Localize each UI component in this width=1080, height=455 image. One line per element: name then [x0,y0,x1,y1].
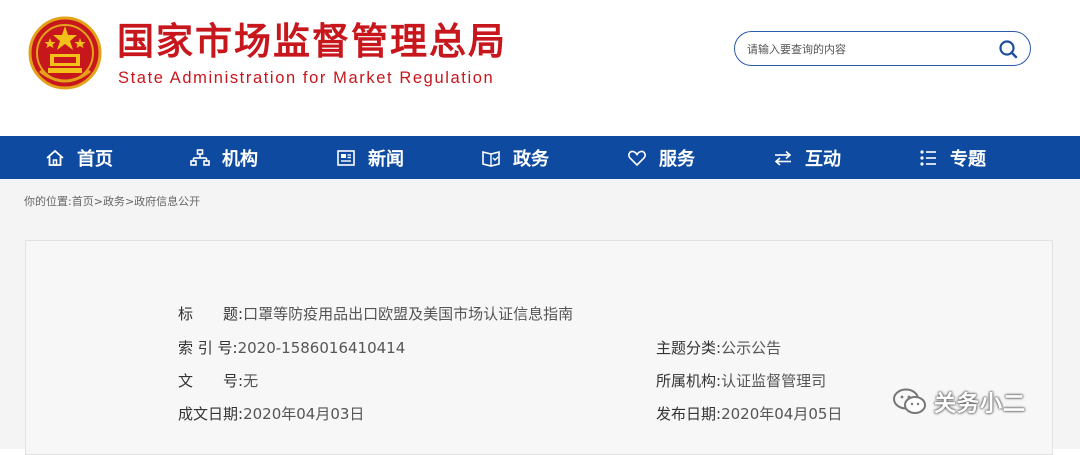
site-title-cn[interactable]: 国家市场监督管理总局 [117,20,507,64]
doc-number-row: 文 号:无 [178,371,258,391]
watermark-text: 关务小二 [934,392,1027,417]
newspaper-icon [337,149,355,166]
nav-label-interact: 互动 [805,148,841,170]
breadcrumb-separator: > [124,195,135,208]
nav-label-news: 新闻 [368,148,404,170]
doc-index-label: 索 引 号: [178,339,238,357]
nav-item-home[interactable]: 首页 [45,136,113,179]
doc-date-created-row: 成文日期:2020年04月03日 [178,404,364,424]
doc-title-value: 口罩等防疫用品出口欧盟及美国市场认证信息指南 [243,305,574,323]
home-icon [46,149,64,166]
breadcrumb-item-gov[interactable]: 政务 [103,195,125,208]
doc-category-label: 主题分类: [656,339,722,357]
nav-label-org: 机构 [222,148,258,170]
breadcrumb-item-home[interactable]: 首页 [72,195,94,208]
nav-item-interact[interactable]: 互动 [773,136,841,179]
nav-label-home: 首页 [77,148,113,170]
doc-index-row: 索 引 号:2020-1586016410414 [178,338,405,358]
site-title-en[interactable]: State Administration for Market Regulati… [118,68,494,88]
nav-item-news[interactable]: 新闻 [336,136,404,179]
doc-agency-value: 认证监督管理司 [721,372,827,390]
site-header: 国家市场监督管理总局 State Administration for Mark… [0,0,1080,136]
doc-index-value: 2020-1586016410414 [237,339,406,357]
search-box [734,31,1031,66]
doc-agency-row: 所属机构:认证监督管理司 [656,371,826,391]
search-icon[interactable] [998,39,1018,59]
heart-icon [628,150,646,166]
nav-item-gov[interactable]: 政务 [481,136,549,179]
doc-date-created-label: 成文日期: [178,405,244,423]
doc-agency-label: 所属机构: [656,372,722,390]
doc-number-value: 无 [243,372,259,390]
search-input[interactable] [747,40,987,58]
list-icon [920,149,936,166]
national-emblem-icon[interactable] [28,16,102,90]
breadcrumb-separator: > [93,195,103,208]
wechat-icon [893,388,926,414]
nav-item-org[interactable]: 机构 [190,136,258,179]
wechat-watermark: 关务小二 [892,386,1026,418]
doc-category-value: 公示公告 [721,339,782,357]
nav-item-topics[interactable]: 专题 [918,136,986,179]
nav-label-service: 服务 [659,148,695,170]
breadcrumb-item-info[interactable]: 政府信息公开 [134,195,200,208]
doc-title-row: 标 题:口罩等防疫用品出口欧盟及美国市场认证信息指南 [178,304,573,324]
main-nav: 首页 机构 新闻 政务 服务 互动 专题 [0,136,1080,179]
nav-label-topics: 专题 [950,148,986,170]
doc-number-label: 文 号: [178,372,244,390]
breadcrumb-prefix: 你的位置: [24,195,72,208]
breadcrumb: 你的位置:首页>政务>政府信息公开 [24,193,200,209]
doc-title-label: 标 题: [178,305,244,323]
doc-date-published-label: 发布日期: [656,405,722,423]
exchange-arrows-icon [774,150,792,166]
doc-category-row: 主题分类:公示公告 [656,338,781,358]
doc-date-published-value: 2020年04月05日 [721,405,843,423]
org-chart-icon [190,148,210,166]
nav-label-gov: 政务 [513,148,549,170]
nav-item-service[interactable]: 服务 [627,136,695,179]
doc-date-published-row: 发布日期:2020年04月05日 [656,404,842,424]
doc-date-created-value: 2020年04月03日 [243,405,365,423]
book-icon [482,150,500,167]
